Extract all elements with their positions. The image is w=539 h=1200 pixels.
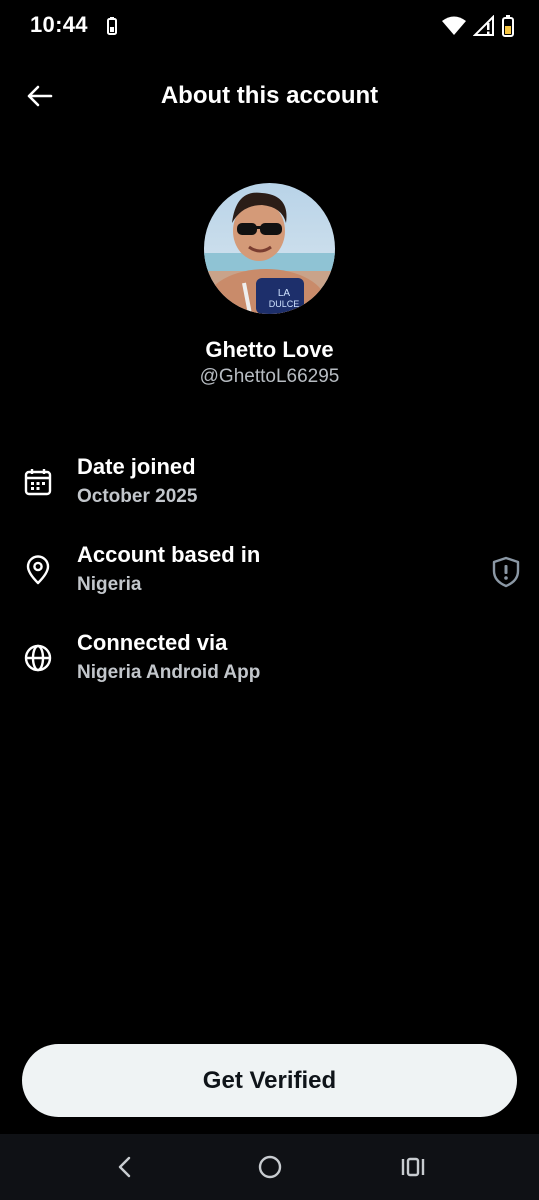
- location-pin-icon: [26, 555, 50, 585]
- globe-icon: [24, 644, 52, 672]
- nav-home-icon: [258, 1155, 282, 1179]
- info-value: Nigeria: [77, 574, 142, 595]
- system-nav-bar: [0, 1134, 539, 1200]
- battery-icon: [502, 15, 514, 37]
- status-icons: [441, 14, 515, 38]
- nav-home-button[interactable]: [255, 1152, 285, 1182]
- svg-text:DULCE: DULCE: [269, 299, 300, 309]
- nav-recents-button[interactable]: [398, 1152, 428, 1182]
- info-value: October 2025: [77, 486, 198, 507]
- svg-text:LA: LA: [278, 288, 291, 299]
- get-verified-button[interactable]: Get Verified: [22, 1044, 517, 1117]
- info-label: Date joined: [77, 454, 196, 479]
- profile-handle: @GhettoL66295: [199, 366, 340, 387]
- battery-saver-icon: [107, 17, 117, 35]
- nav-back-icon: [118, 1156, 131, 1178]
- shield-alert-icon[interactable]: [491, 556, 521, 588]
- header: About this account: [0, 66, 539, 126]
- nav-recents-icon: [401, 1157, 425, 1177]
- avatar[interactable]: LA DULCE: [204, 183, 335, 314]
- avatar-photo: LA DULCE: [204, 183, 335, 314]
- signal-icon: [473, 15, 494, 36]
- info-row-account-based-in: Account based in Nigeria: [0, 540, 539, 610]
- nav-back-button[interactable]: [110, 1152, 140, 1182]
- status-time: 10:44: [30, 12, 88, 37]
- calendar-icon: [24, 469, 52, 496]
- info-row-connected-via: Connected via Nigeria Android App: [0, 628, 539, 698]
- info-label: Connected via: [77, 630, 228, 655]
- info-row-date-joined: Date joined October 2025: [0, 452, 539, 522]
- profile-name: Ghetto Love: [205, 337, 334, 362]
- wifi-icon: [442, 16, 466, 35]
- page-title: About this account: [160, 82, 379, 109]
- status-bar: 10:44: [0, 0, 539, 52]
- info-label: Account based in: [77, 542, 261, 567]
- info-value: Nigeria Android App: [77, 662, 261, 683]
